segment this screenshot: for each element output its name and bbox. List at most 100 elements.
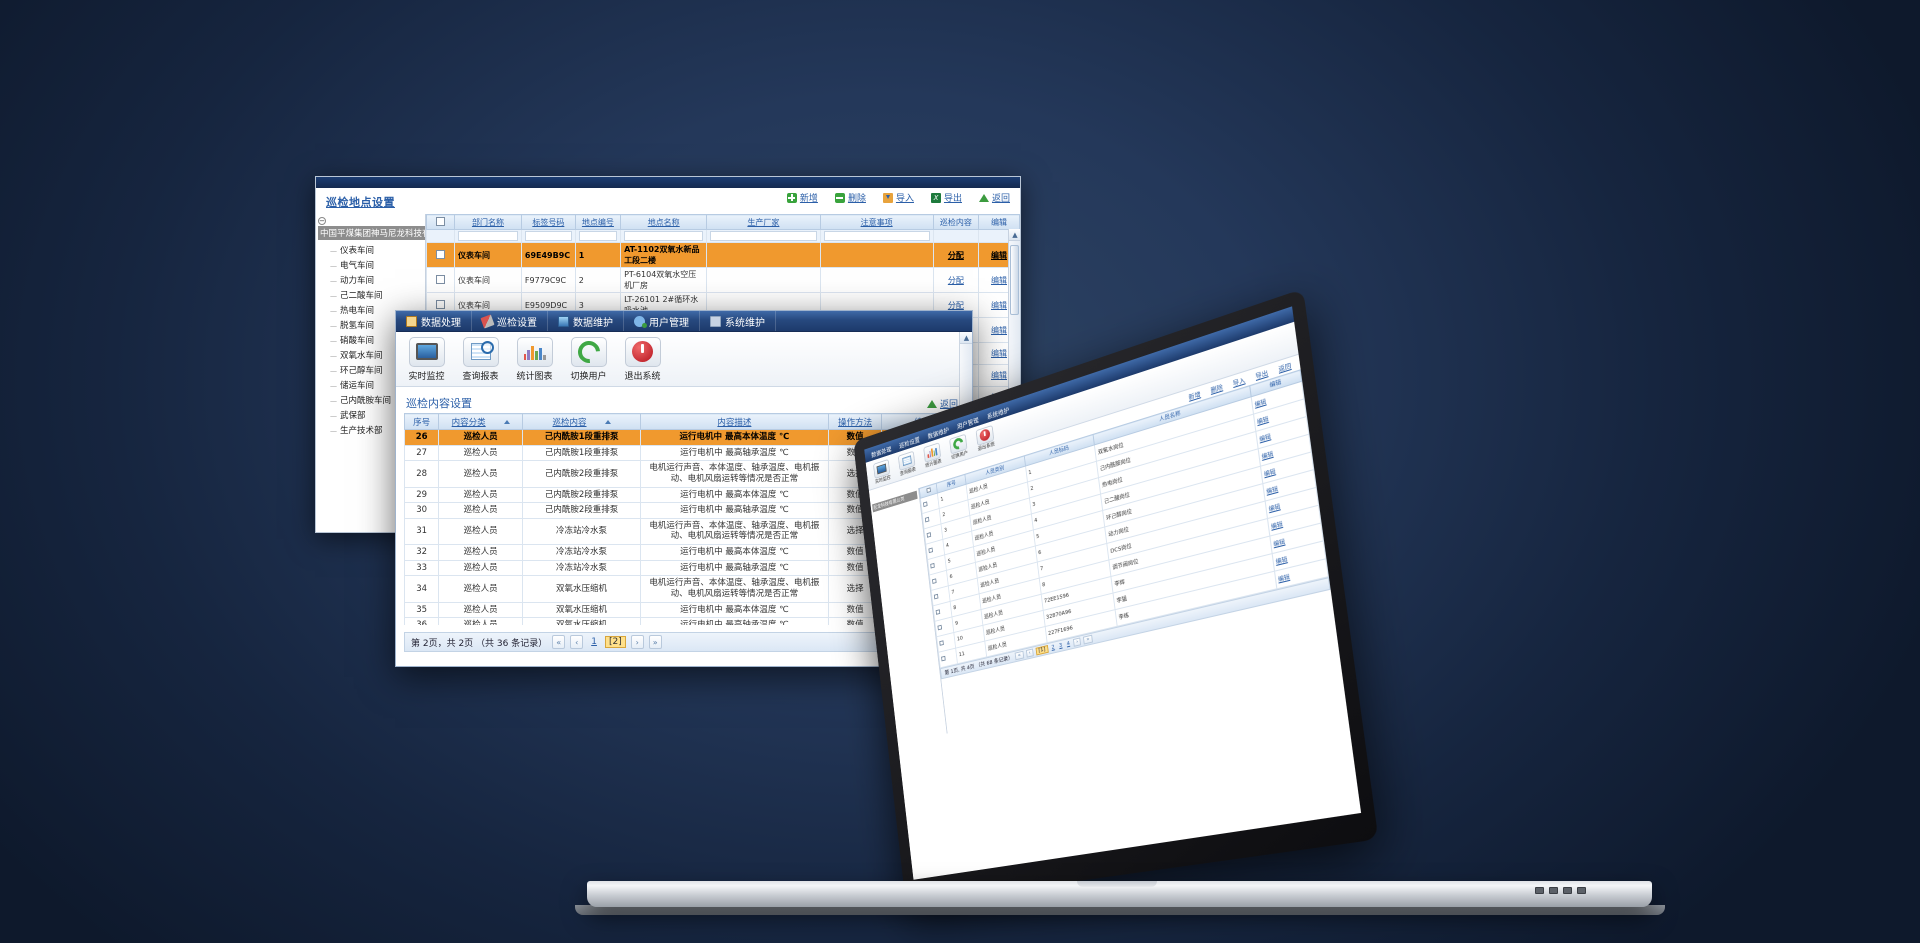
query-report-button[interactable]: 查询报表 [458,337,503,382]
realtime-monitor-button[interactable]: 实时监控 [404,337,449,382]
row-checkbox-cell[interactable] [427,268,455,293]
filter-input[interactable] [710,231,816,241]
laptop-prev-page-button[interactable]: ‹ [1026,649,1034,658]
menu-system-maintenance[interactable]: 系统维护 [700,311,776,331]
tree-item[interactable]: 己二酸车间 [330,287,425,302]
tree-item[interactable]: 仪表车间 [330,242,425,257]
col-dept[interactable]: 部门名称 [455,215,522,230]
cell-assign[interactable]: 分配 [933,268,978,293]
tree-item[interactable]: 动力车间 [330,272,425,287]
filter-input[interactable] [624,231,703,241]
row-checkbox[interactable] [925,516,930,522]
col-description[interactable]: 内容描述 [641,414,829,430]
laptop-first-page-button[interactable]: « [1015,651,1024,660]
filter-row[interactable] [427,230,1020,243]
last-page-button[interactable]: » [649,635,662,649]
col-content[interactable]: 巡检内容 [523,414,641,430]
row-checkbox[interactable] [934,593,939,599]
row-checkbox[interactable] [941,655,946,661]
row-checkbox-cell[interactable] [427,243,455,268]
import-label[interactable]: 导入 [896,191,914,204]
laptop-statistics-chart-button[interactable]: 统计图表 [921,441,945,469]
edit-link[interactable]: 编辑 [1266,486,1278,495]
edit-link[interactable]: 编辑 [991,301,1007,310]
new-label[interactable]: 新增 [800,191,818,204]
export-button[interactable]: X导出 [931,191,962,204]
laptop-switch-user-button[interactable]: 切换用户 [947,432,971,461]
laptop-query-report-button[interactable]: 查询报表 [895,449,918,477]
row-checkbox[interactable] [939,640,944,646]
filter-no[interactable] [575,230,620,243]
col-note[interactable]: 注意事项 [820,215,933,230]
assign-link[interactable]: 分配 [948,301,964,310]
statistics-chart-button[interactable]: 统计图表 [512,337,557,382]
next-page-button[interactable]: › [631,635,644,649]
select-all-checkbox[interactable] [926,487,931,493]
filter-tag[interactable] [521,230,575,243]
filter-input[interactable] [579,231,617,241]
filter-input[interactable] [458,231,518,241]
filter-input[interactable] [525,231,572,241]
edit-link[interactable]: 编辑 [1257,417,1269,427]
laptop-page-link-4[interactable]: 4 [1065,641,1071,648]
edit-link[interactable]: 编辑 [991,251,1007,260]
col-point-no[interactable]: 地点编号 [575,215,620,230]
laptop-page-link-3[interactable]: 3 [1058,642,1064,649]
table-row[interactable]: 仪表车间 F9779C9C 2 PT-6104双氧水空压机厂房 分配 编辑 [427,268,1020,293]
col-tag[interactable]: 标签号码 [521,215,575,230]
laptop-last-page-button[interactable]: » [1083,635,1093,645]
cell-assign[interactable]: 分配 [933,243,978,268]
filter-note[interactable] [820,230,933,243]
col-maker[interactable]: 生产厂家 [707,215,820,230]
row-checkbox[interactable] [936,609,941,615]
select-all-checkbox[interactable] [436,217,445,226]
menu-data-processing[interactable]: 数据处理 [396,311,472,331]
row-checkbox[interactable] [923,501,928,507]
laptop-realtime-monitor-button[interactable]: 实时监控 [871,458,894,486]
row-checkbox[interactable] [932,578,937,584]
back-button[interactable]: 返回 [979,191,1010,204]
import-button[interactable]: 导入 [883,191,914,204]
export-label[interactable]: 导出 [944,191,962,204]
row-checkbox[interactable] [928,547,933,553]
prev-page-button[interactable]: ‹ [570,635,583,649]
tree-item[interactable]: 电气车间 [330,257,425,272]
assign-link[interactable]: 分配 [948,276,964,285]
scroll-thumb[interactable] [1010,245,1019,315]
row-checkbox[interactable] [927,532,932,538]
edit-link[interactable]: 编辑 [1271,522,1283,531]
new-button[interactable]: 新增 [787,191,818,204]
edit-link[interactable]: 编辑 [1275,557,1287,566]
row-checkbox[interactable] [436,250,445,259]
select-all-header[interactable] [427,215,455,230]
menu-data-maintenance[interactable]: 数据维护 [548,311,624,331]
edit-link[interactable]: 编辑 [1261,451,1273,460]
edit-link[interactable]: 编辑 [1268,504,1280,513]
assign-link[interactable]: 分配 [948,251,964,260]
scroll-up-icon[interactable]: ▲ [1009,229,1020,241]
laptop-exit-system-button[interactable]: 退出系统 [973,424,998,453]
row-checkbox[interactable] [930,562,935,568]
switch-user-button[interactable]: 切换用户 [566,337,611,382]
tree-expander-icon[interactable]: − [318,217,326,225]
menu-user-management[interactable]: 用户管理 [624,311,700,331]
edit-link[interactable]: 编辑 [991,276,1007,285]
row-checkbox[interactable] [937,624,942,630]
edit-link[interactable]: 编辑 [1273,539,1285,548]
row-checkbox[interactable] [436,300,445,309]
filter-name[interactable] [621,230,707,243]
edit-link[interactable]: 编辑 [1259,434,1271,443]
col-category[interactable]: 内容分类 [439,414,523,430]
edit-link[interactable]: 编辑 [1254,399,1266,409]
back-label[interactable]: 返回 [992,191,1010,204]
exit-system-button[interactable]: 退出系统 [620,337,665,382]
edit-link[interactable]: 编辑 [1264,469,1276,478]
table-row[interactable]: 仪表车间 69E49B9C 1 AT-1102双氧水新品工段二楼 分配 编辑 [427,243,1020,268]
filter-input[interactable] [824,231,930,241]
edit-link[interactable]: 编辑 [1278,575,1290,584]
laptop-page-link-2[interactable]: 2 [1050,644,1056,651]
laptop-next-page-button[interactable]: › [1073,637,1081,646]
first-page-button[interactable]: « [552,635,565,649]
scroll-up-icon[interactable]: ▲ [960,332,973,344]
page-link-1[interactable]: 1 [588,637,600,647]
